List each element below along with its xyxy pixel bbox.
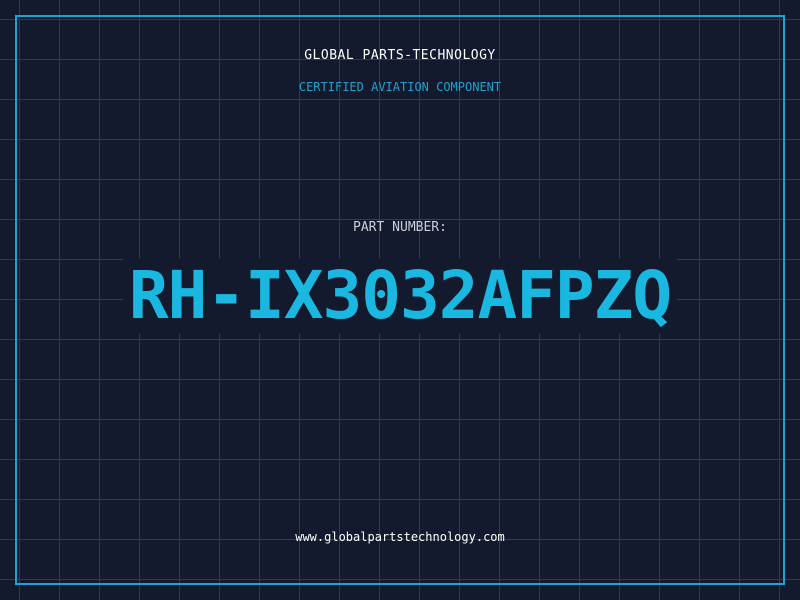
website-url: www.globalpartstechnology.com: [295, 530, 505, 544]
certification-tagline: CERTIFIED AVIATION COMPONENT: [298, 80, 502, 94]
company-name: GLOBAL PARTS-TECHNOLOGY: [304, 48, 496, 63]
part-number-value: RH-IX3032AFPZQ: [122, 258, 678, 334]
part-number-label: PART NUMBER:: [353, 220, 447, 235]
part-number-container: RH-IX3032AFPZQ: [0, 258, 800, 334]
